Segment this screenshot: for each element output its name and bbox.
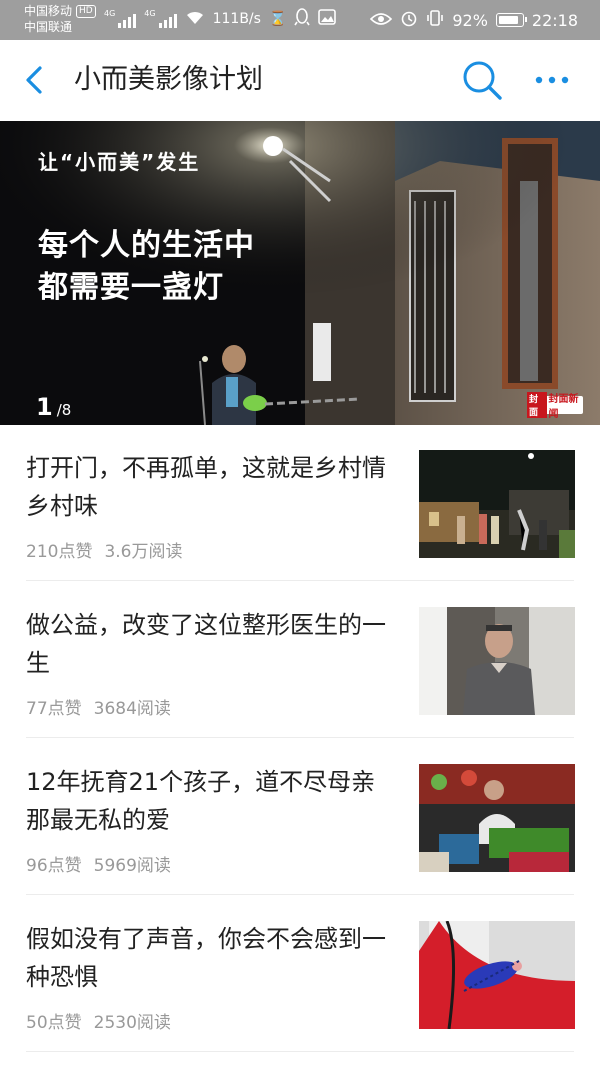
pager-current: 1 <box>36 393 53 421</box>
carrier-info: 中国移动 HD 中国联通 <box>24 3 96 35</box>
article-reads: 3.6万阅读 <box>104 542 183 562</box>
article-likes: 77点赞 <box>26 699 82 719</box>
article-title: 做公益，改变了这位整形医生的一生 <box>26 611 386 677</box>
banner-carousel[interactable]: 让“小而美”发生 每个人的生活中 都需要一盏灯 1/8 封面 封面新闻 <box>0 121 600 425</box>
list-divider <box>26 580 574 581</box>
battery-percent: 92% <box>452 10 488 30</box>
vibrate-icon <box>426 9 444 31</box>
status-bar: 中国移动 HD 中国联通 4G 4G 111B/s ⌛ 92% 22:18 <box>0 0 600 40</box>
banner-logo: 封面 封面新闻 <box>527 392 583 420</box>
article-thumbnail <box>419 764 575 872</box>
list-divider <box>26 1051 574 1052</box>
list-divider <box>26 894 574 895</box>
back-arrow-icon <box>26 66 42 94</box>
logo-text: 封面新闻 <box>548 394 579 420</box>
article-reads: 2530阅读 <box>93 1013 171 1033</box>
search-icon <box>463 61 502 100</box>
list-divider <box>26 737 574 738</box>
network-indicators: 4G 4G 111B/s ⌛ <box>104 8 337 30</box>
banner-headline-line-1: 每个人的生活中 <box>38 228 255 263</box>
signal-1-icon: 4G <box>104 10 137 28</box>
search-button[interactable] <box>460 58 504 102</box>
article-meta: 77点赞 3684阅读 <box>26 694 171 719</box>
article-meta: 96点赞 5969阅读 <box>26 851 171 876</box>
alarm-icon <box>400 9 418 31</box>
banner-pager: 1/8 <box>36 393 71 421</box>
article-thumbnail <box>419 450 575 558</box>
article-likes: 50点赞 <box>26 1013 82 1033</box>
network-speed: 111B/s <box>212 11 261 27</box>
banner-headline: 每个人的生活中 都需要一盏灯 <box>38 225 255 309</box>
article-item[interactable]: 做公益，改变了这位整形医生的一生 77点赞 3684阅读 <box>0 582 600 738</box>
article-item[interactable]: 假如没有了声音，你会不会感到一种恐惧 50点赞 2530阅读 <box>0 896 600 1052</box>
hd-badge: HD <box>76 4 96 18</box>
hourglass-icon: ⌛ <box>268 11 287 27</box>
app-header: 小而美影像计划 <box>0 40 600 120</box>
article-thumbnail <box>419 607 575 715</box>
article-likes: 96点赞 <box>26 856 82 876</box>
qq-icon <box>294 8 311 30</box>
carrier-1: 中国移动 <box>24 4 73 18</box>
article-reads: 5969阅读 <box>93 856 171 876</box>
banner-headline-line-2: 都需要一盏灯 <box>38 270 224 305</box>
article-item[interactable]: 12年抚育21个孩子，道不尽母亲那最无私的爱 96点赞 5969阅读 <box>0 739 600 895</box>
more-button[interactable] <box>532 68 572 92</box>
banner-kicker: 让“小而美”发生 <box>38 150 201 174</box>
article-reads: 3684阅读 <box>93 699 171 719</box>
article-likes: 210点赞 <box>26 542 93 562</box>
article-title: 12年抚育21个孩子，道不尽母亲那最无私的爱 <box>26 768 376 834</box>
signal-2-icon: 4G <box>144 10 177 28</box>
article-title: 打开门，不再孤单，这就是乡村情乡村味 <box>26 454 386 520</box>
article-title: 假如没有了声音，你会不会感到一种恐惧 <box>26 925 386 991</box>
carrier-2: 中国联通 <box>24 20 73 34</box>
more-dots-icon <box>535 76 569 84</box>
article-thumbnail <box>419 921 575 1029</box>
article-item[interactable]: 打开门，不再孤单，这就是乡村情乡村味 210点赞 3.6万阅读 <box>0 425 600 581</box>
gallery-icon <box>318 9 337 29</box>
article-meta: 210点赞 3.6万阅读 <box>26 537 183 562</box>
pager-total: /8 <box>56 401 72 419</box>
logo-mark: 封面 <box>527 392 547 418</box>
eye-icon <box>370 11 393 30</box>
article-meta: 50点赞 2530阅读 <box>26 1008 171 1033</box>
status-right: 92% 22:18 <box>370 9 578 31</box>
clock: 22:18 <box>531 10 578 30</box>
back-button[interactable] <box>20 62 56 98</box>
battery-icon <box>495 13 527 27</box>
page-title: 小而美影像计划 <box>74 64 263 95</box>
wifi-icon <box>185 9 205 29</box>
